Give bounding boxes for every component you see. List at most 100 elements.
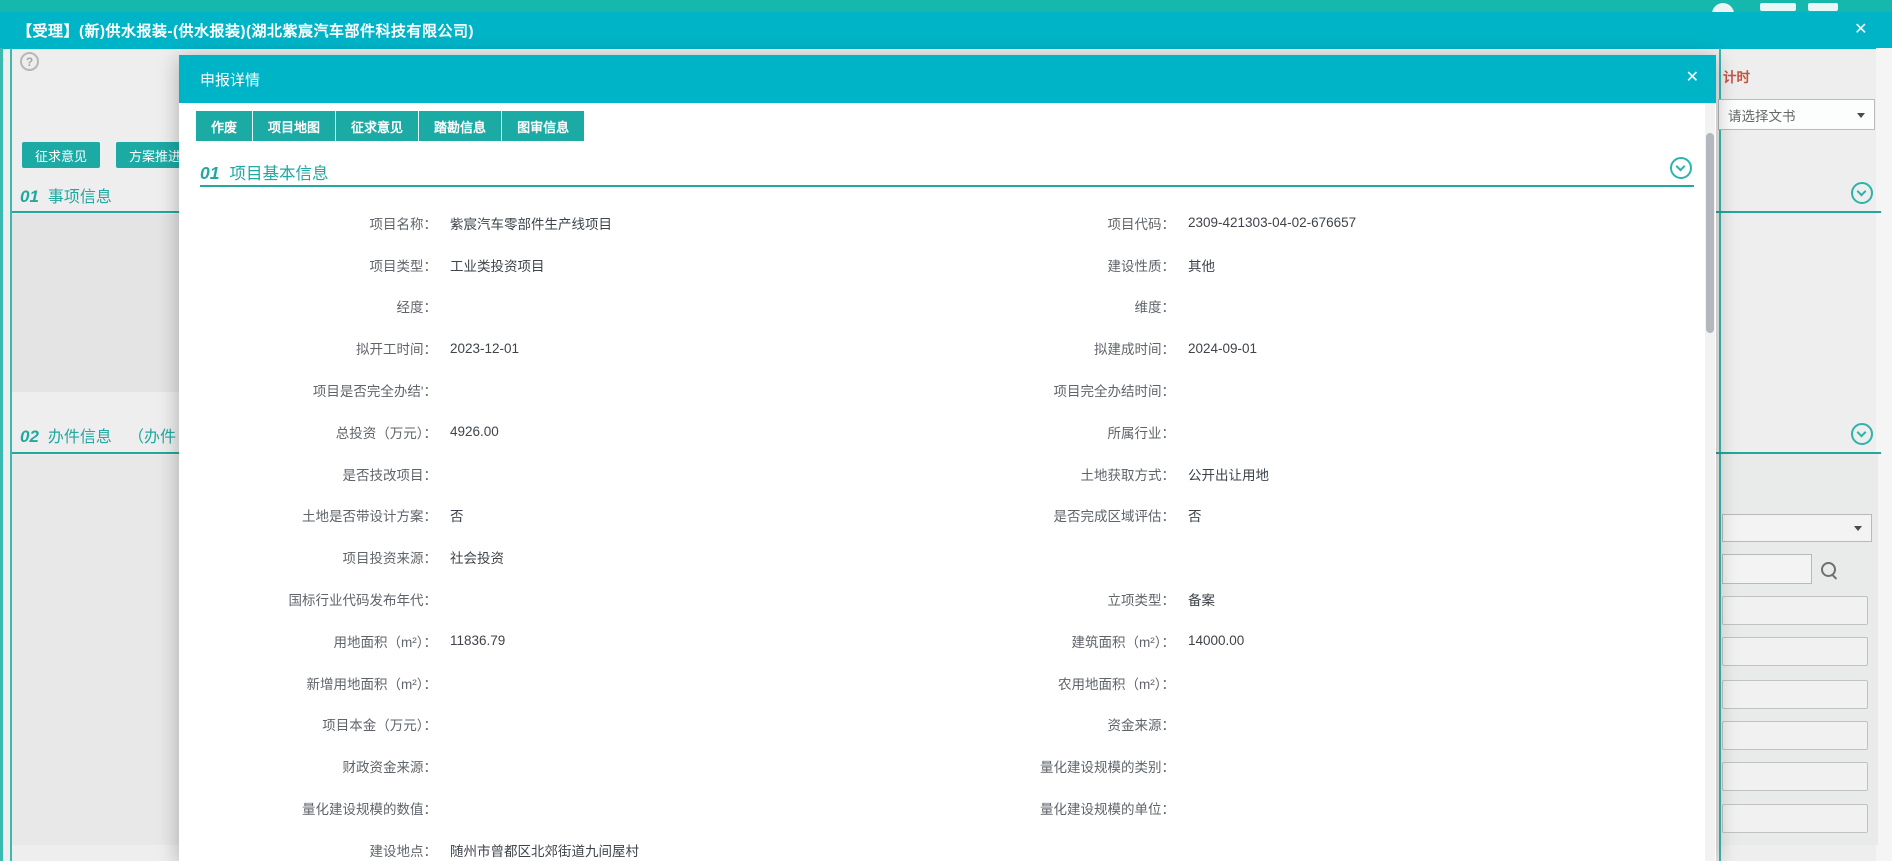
form-label: 所属行业：: [932, 422, 1175, 442]
top-window-strip: [0, 0, 1892, 12]
form-row: 量化建设规模的数值：量化建设规模的单位：: [179, 787, 1699, 829]
bg-section-1-title: 01事项信息: [20, 183, 112, 207]
modal-tab[interactable]: 图审信息: [502, 111, 584, 141]
form-row: 建设地点：随州市曾都区北郊街道九间屋村: [179, 829, 1699, 861]
form-value: 公开出让用地: [1188, 464, 1699, 484]
form-row: 项目本金（万元）： 资金来源：: [179, 704, 1699, 746]
form-value: 2309-421303-04-02-676657: [1188, 215, 1699, 230]
modal-section-label: 项目基本信息: [229, 165, 328, 183]
form-row: 国标行业代码发布年代： 立项类型： 备案: [179, 578, 1699, 620]
right-panel-empty-field[interactable]: [1722, 637, 1868, 666]
form-row: 是否技改项目： 土地获取方式： 公开出让用地: [179, 453, 1699, 495]
form-row: 拟开工时间：2023-12-01拟建成时间：2024-09-01: [179, 327, 1699, 369]
form-label: 是否技改项目：: [179, 464, 437, 484]
screen: 【受理】(新)供水报装-(供水报装)(湖北紫宸汽车部件科技有限公司) ✕ ? 征…: [0, 0, 1892, 861]
bg-section-2-content: [12, 455, 179, 845]
form-label: 国标行业代码发布年代：: [179, 589, 437, 609]
form-row: 项目投资来源：社会投资: [179, 536, 1699, 578]
form-label: 农用地面积（m²）：: [932, 673, 1175, 693]
form-label: 资金来源：: [932, 714, 1175, 734]
project-info-form: 项目名称： 紫宸汽车零部件生产线项目项目代码： 2309-421303-04-02-…: [179, 202, 1699, 861]
form-label: 新增用地面积（m²）：: [179, 673, 437, 693]
form-label: 土地是否带设计方案：: [179, 505, 437, 525]
right-panel-empty-field[interactable]: [1722, 721, 1868, 750]
username-text-fragment: [1760, 3, 1796, 11]
form-row: 用地面积（m²）： 11836.79建筑面积（m²）： 14000.00: [179, 620, 1699, 662]
form-label: 项目名称：: [179, 213, 437, 233]
form-row: 总投资（万元）：4926.00所属行业：: [179, 411, 1699, 453]
form-value: 14000.00: [1188, 633, 1699, 648]
form-label: 土地获取方式：: [932, 464, 1175, 484]
modal-section-number: 01: [200, 163, 219, 183]
form-row: 项目是否完全办结'： 项目完全办结时间：: [179, 369, 1699, 411]
bg-section-2-number: 02: [20, 427, 39, 446]
bg-action-button[interactable]: 征求意见: [22, 142, 100, 168]
form-value: 否: [1188, 505, 1699, 525]
form-label: 项目类型：: [179, 255, 437, 275]
modal-header: 申报详情 ✕: [179, 55, 1716, 103]
right-gutter: [1876, 48, 1892, 861]
caret-down-icon: [1857, 113, 1865, 122]
form-value: 工业类投资项目: [450, 255, 932, 275]
modal-tab[interactable]: 项目地图: [253, 111, 336, 141]
right-panel-empty-field[interactable]: [1722, 762, 1868, 791]
form-label: 项目本金（万元）：: [179, 714, 437, 734]
search-icon[interactable]: [1819, 560, 1839, 580]
bg-section-2-collapse-chevron-icon[interactable]: [1851, 423, 1873, 445]
document-select[interactable]: 请选择文书: [1718, 99, 1875, 130]
form-label: 总投资（万元）：: [179, 422, 437, 442]
form-label: 拟开工时间：: [179, 338, 437, 358]
form-value: 2024-09-01: [1188, 341, 1699, 356]
form-label: 项目完全办结时间：: [932, 380, 1175, 400]
bg-section-1-collapse-chevron-icon[interactable]: [1851, 182, 1873, 204]
modal-tab[interactable]: 征求意见: [336, 111, 419, 141]
form-label: 财政资金来源：: [179, 756, 437, 776]
caret-down-icon: [1854, 526, 1862, 535]
form-label: 经度：: [179, 296, 437, 316]
left-panel-border: [0, 48, 3, 861]
form-label: 用地面积（m²）：: [179, 631, 437, 651]
bg-section-1-content: [12, 214, 179, 392]
timer-label: 计时: [1723, 66, 1750, 86]
form-row: 新增用地面积（m²）： 农用地面积（m²）：: [179, 662, 1699, 704]
modal-section-underline: [200, 185, 1694, 187]
search-input[interactable]: [1722, 554, 1812, 584]
form-label: 建设地点：: [179, 840, 437, 860]
form-value: 11836.79: [450, 633, 932, 648]
bg-section-2-suffix: （办件: [128, 429, 176, 446]
form-row: 项目名称： 紫宸汽车零部件生产线项目项目代码： 2309-421303-04-02-…: [179, 202, 1699, 244]
form-label: 立项类型：: [932, 589, 1175, 609]
modal-tab-bar: 作废项目地图征求意见踏勘信息图审信息: [196, 111, 584, 141]
form-label: 项目代码：: [932, 213, 1175, 233]
right-panel-empty-field[interactable]: [1722, 804, 1868, 833]
bg-section-1-label: 事项信息: [48, 189, 112, 206]
modal-title: 申报详情: [200, 69, 260, 90]
bg-section-2-title: 02办件信息（办件: [20, 423, 176, 447]
form-row: 经度： 维度：: [179, 286, 1699, 328]
form-label: 是否完成区域评估：: [932, 505, 1175, 525]
form-value: 否: [450, 505, 932, 525]
window-title: 【受理】(新)供水报装-(供水报装)(湖北紫宸汽车部件科技有限公司): [17, 20, 474, 41]
modal-tab[interactable]: 踏勘信息: [419, 111, 502, 141]
form-label: 项目投资来源：: [179, 547, 437, 567]
form-value: 备案: [1188, 589, 1699, 609]
form-value: 2023-12-01: [450, 341, 932, 356]
modal-scrollbar-thumb[interactable]: [1706, 133, 1714, 333]
modal-close-icon[interactable]: ✕: [1686, 70, 1699, 86]
window-close-icon[interactable]: ✕: [1854, 22, 1868, 38]
help-icon[interactable]: ?: [20, 52, 39, 71]
right-panel-empty-field[interactable]: [1722, 596, 1868, 625]
form-label: 项目是否完全办结'：: [179, 380, 437, 400]
modal-tab[interactable]: 作废: [196, 111, 253, 141]
right-panel-select[interactable]: [1722, 514, 1872, 542]
username-text-fragment: [1808, 3, 1838, 11]
form-label: 量化建设规模的数值：: [179, 798, 437, 818]
form-row: 项目类型：工业类投资项目建设性质：其他: [179, 244, 1699, 286]
form-label: 建筑面积（m²）：: [932, 631, 1175, 651]
right-panel-empty-field[interactable]: [1722, 680, 1868, 709]
form-row: 财政资金来源： 量化建设规模的类别：: [179, 745, 1699, 787]
form-label: 维度：: [932, 296, 1175, 316]
form-value: 紫宸汽车零部件生产线项目: [450, 213, 932, 233]
form-label: 量化建设规模的类别：: [932, 756, 1175, 776]
modal-section-collapse-chevron-icon[interactable]: [1670, 157, 1692, 179]
